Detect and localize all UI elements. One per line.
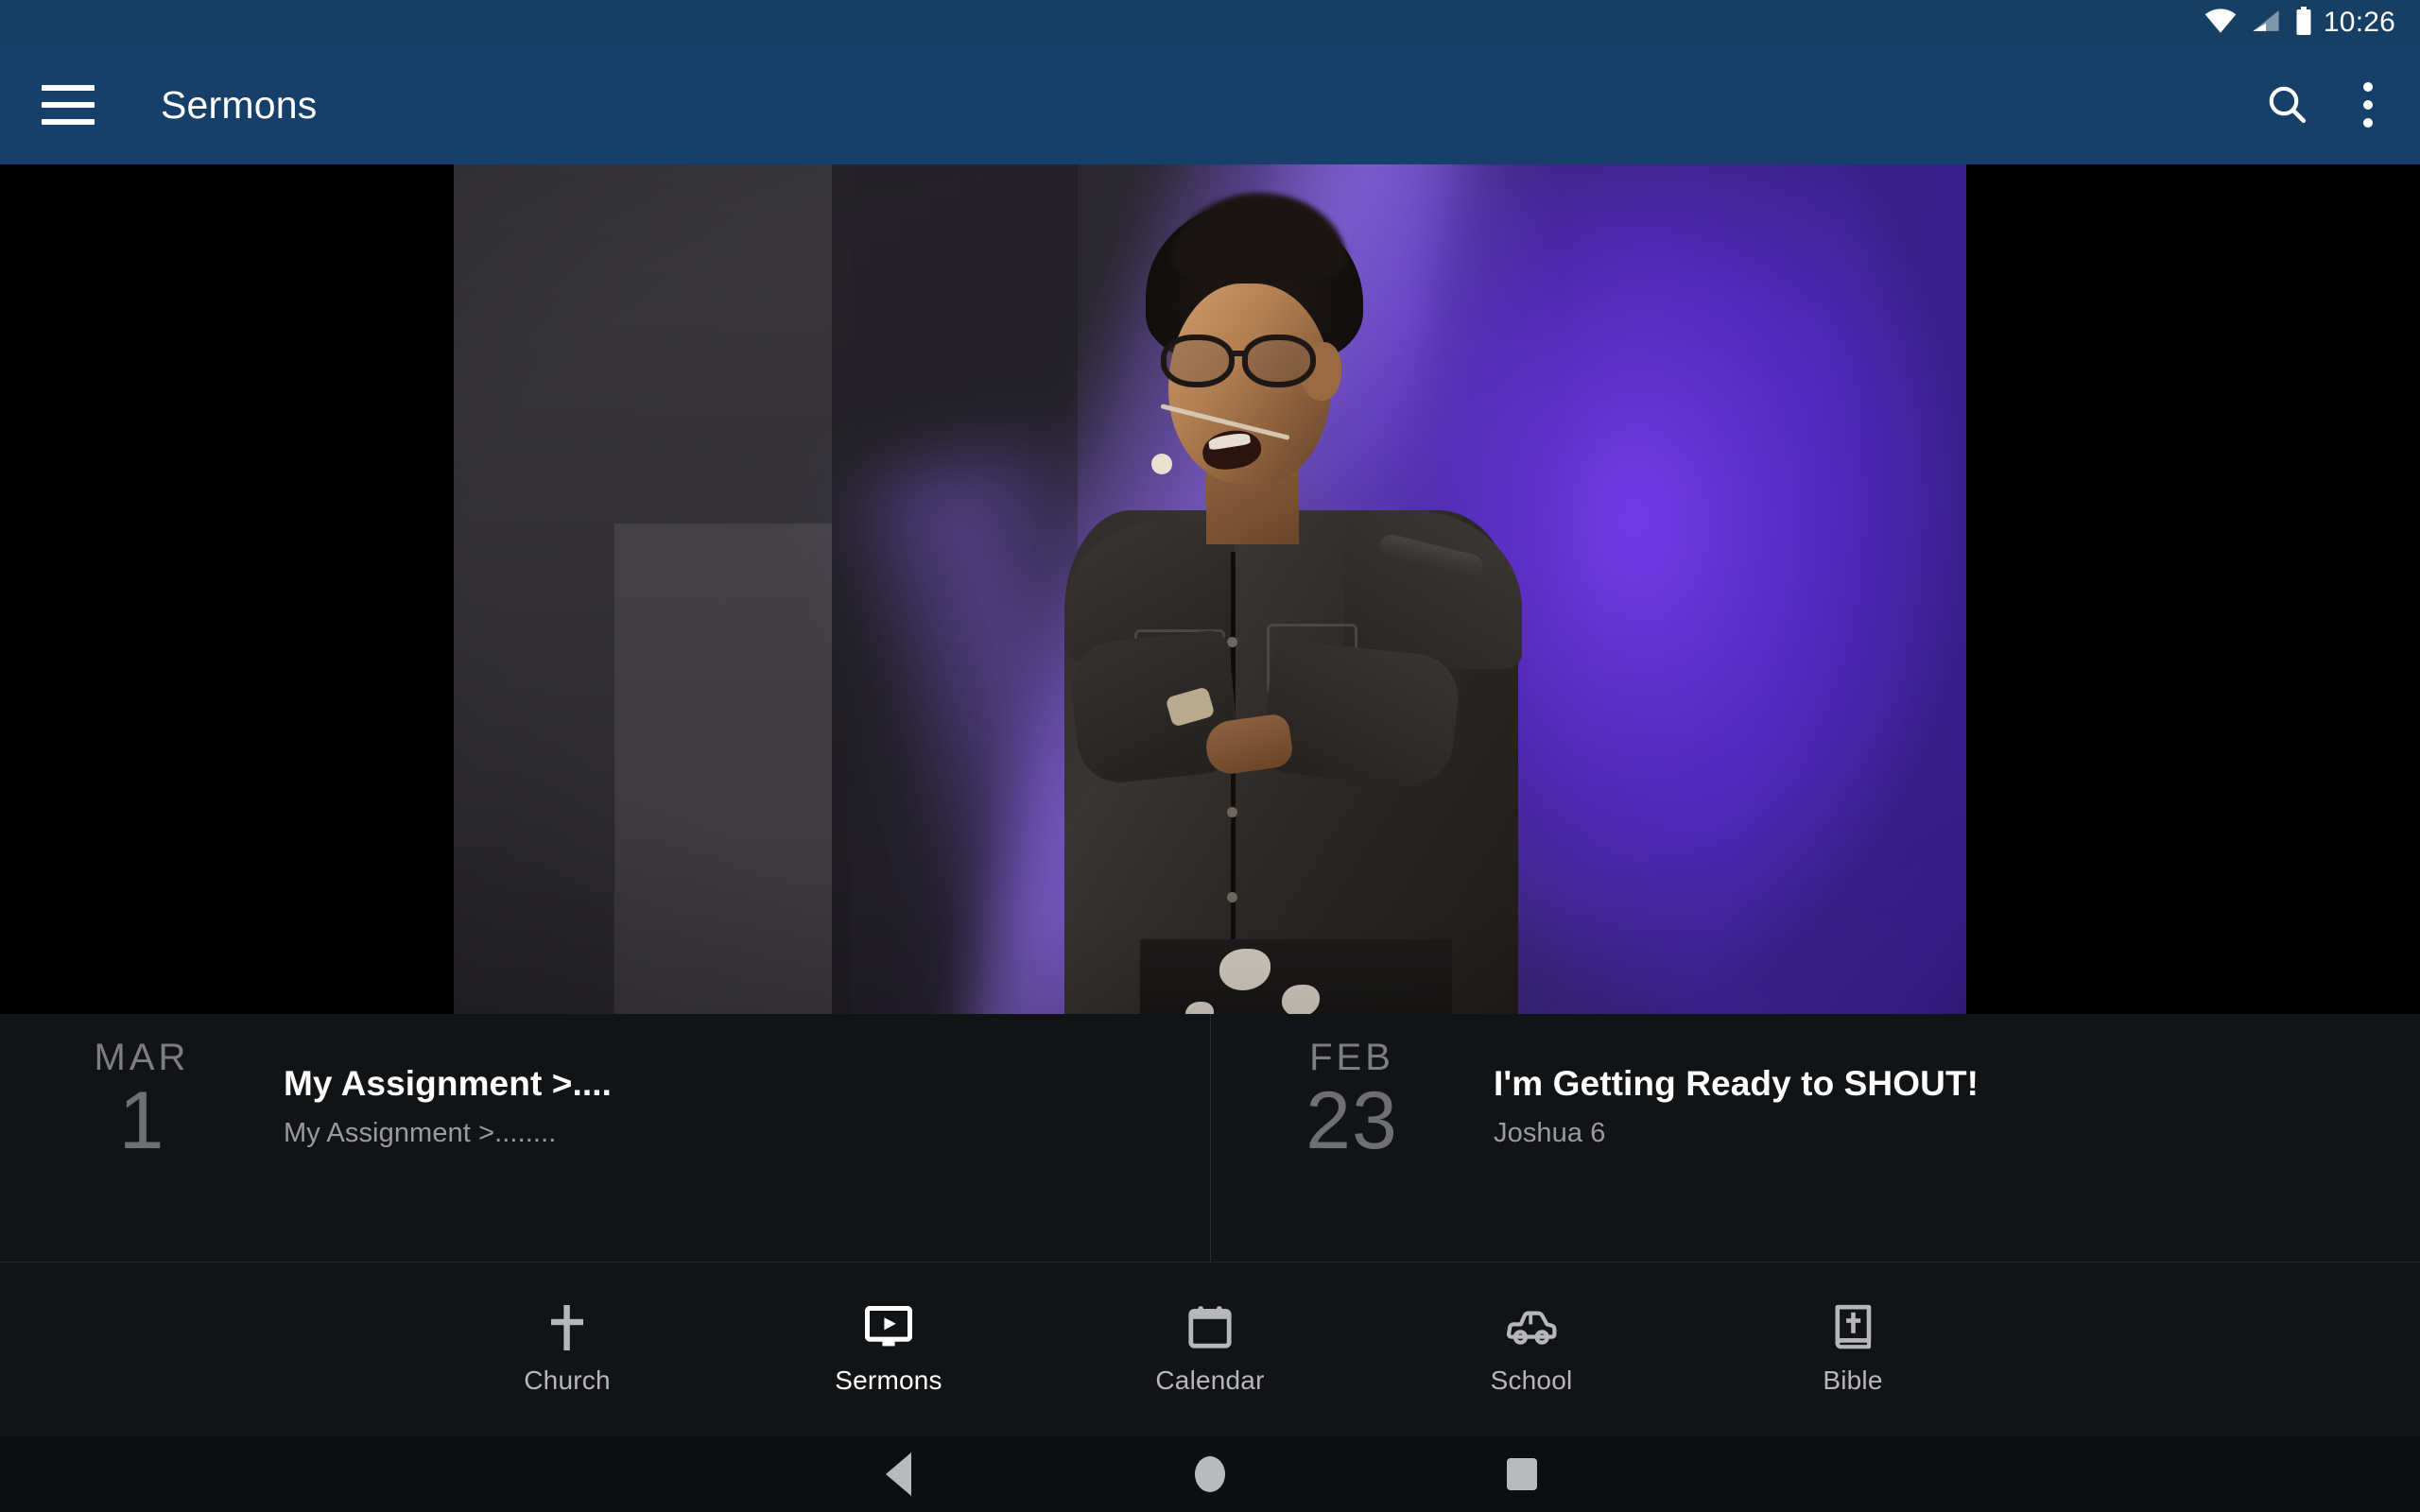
app-bar-actions: [2265, 77, 2420, 133]
nav-item-school[interactable]: School: [1371, 1263, 1692, 1437]
list-item-text: My Assignment >.... My Assignment >.....…: [284, 1014, 612, 1149]
nav-label: School: [1490, 1366, 1573, 1395]
list-item-text: I'm Getting Ready to SHOUT! Joshua 6: [1494, 1014, 1979, 1149]
bottom-navigation: Church Sermons Calendar School Bible: [0, 1262, 2420, 1436]
status-bar-clock: 10:26: [2323, 7, 2395, 38]
list-item[interactable]: FEB 23 I'm Getting Ready to SHOUT! Joshu…: [1210, 1014, 2420, 1262]
android-system-nav: [0, 1436, 2420, 1512]
nav-item-bible[interactable]: Bible: [1692, 1263, 2014, 1437]
battery-icon: [2295, 6, 2312, 40]
list-item-title: My Assignment >....: [284, 1064, 612, 1103]
list-item-subtitle: My Assignment >........: [284, 1118, 557, 1149]
date-day: 23: [1305, 1075, 1398, 1166]
car-icon: [1505, 1303, 1558, 1352]
nav-item-sermons[interactable]: Sermons: [728, 1263, 1049, 1437]
wifi-icon: [2204, 8, 2237, 38]
list-item-subtitle: Joshua 6: [1494, 1118, 1606, 1149]
more-vertical-icon[interactable]: [2358, 77, 2378, 133]
book-cross-icon: [1831, 1303, 1875, 1352]
date-month: FEB: [1309, 1037, 1394, 1078]
list-item-title: I'm Getting Ready to SHOUT!: [1494, 1064, 1979, 1103]
nav-label: Bible: [1823, 1366, 1883, 1395]
hero-vignette: [454, 164, 1966, 1014]
page-title: Sermons: [161, 82, 318, 127]
app-root: 10:26 Sermons MAR 1 My Assignment >.... …: [0, 0, 2420, 1512]
date-block: FEB 23: [1210, 1014, 1494, 1163]
date-day: 1: [118, 1075, 165, 1166]
hamburger-menu-icon[interactable]: [42, 85, 95, 125]
nav-label: Calendar: [1155, 1366, 1265, 1395]
cellular-signal-icon: [2252, 9, 2280, 38]
nav-item-calendar[interactable]: Calendar: [1049, 1263, 1371, 1437]
recents-square-icon[interactable]: [1366, 1458, 1678, 1490]
sermon-video-thumbnail[interactable]: [0, 164, 2420, 1014]
calendar-icon: [1188, 1303, 1232, 1352]
video-monitor-icon: [865, 1303, 912, 1352]
app-bar: Sermons: [0, 45, 2420, 164]
cross-icon: [546, 1303, 588, 1352]
date-block: MAR 1: [0, 1014, 284, 1163]
list-item[interactable]: MAR 1 My Assignment >.... My Assignment …: [0, 1014, 1210, 1262]
status-bar: 10:26: [0, 0, 2420, 45]
sermon-list: MAR 1 My Assignment >.... My Assignment …: [0, 1014, 2420, 1262]
back-triangle-icon[interactable]: [742, 1452, 1054, 1496]
home-circle-icon[interactable]: [1054, 1456, 1366, 1492]
status-icons: [2204, 6, 2312, 40]
search-icon[interactable]: [2265, 82, 2310, 128]
video-frame: [454, 164, 1966, 1014]
nav-item-church[interactable]: Church: [406, 1263, 728, 1437]
nav-label: Church: [524, 1366, 611, 1395]
nav-label: Sermons: [835, 1366, 942, 1395]
date-month: MAR: [94, 1037, 190, 1078]
